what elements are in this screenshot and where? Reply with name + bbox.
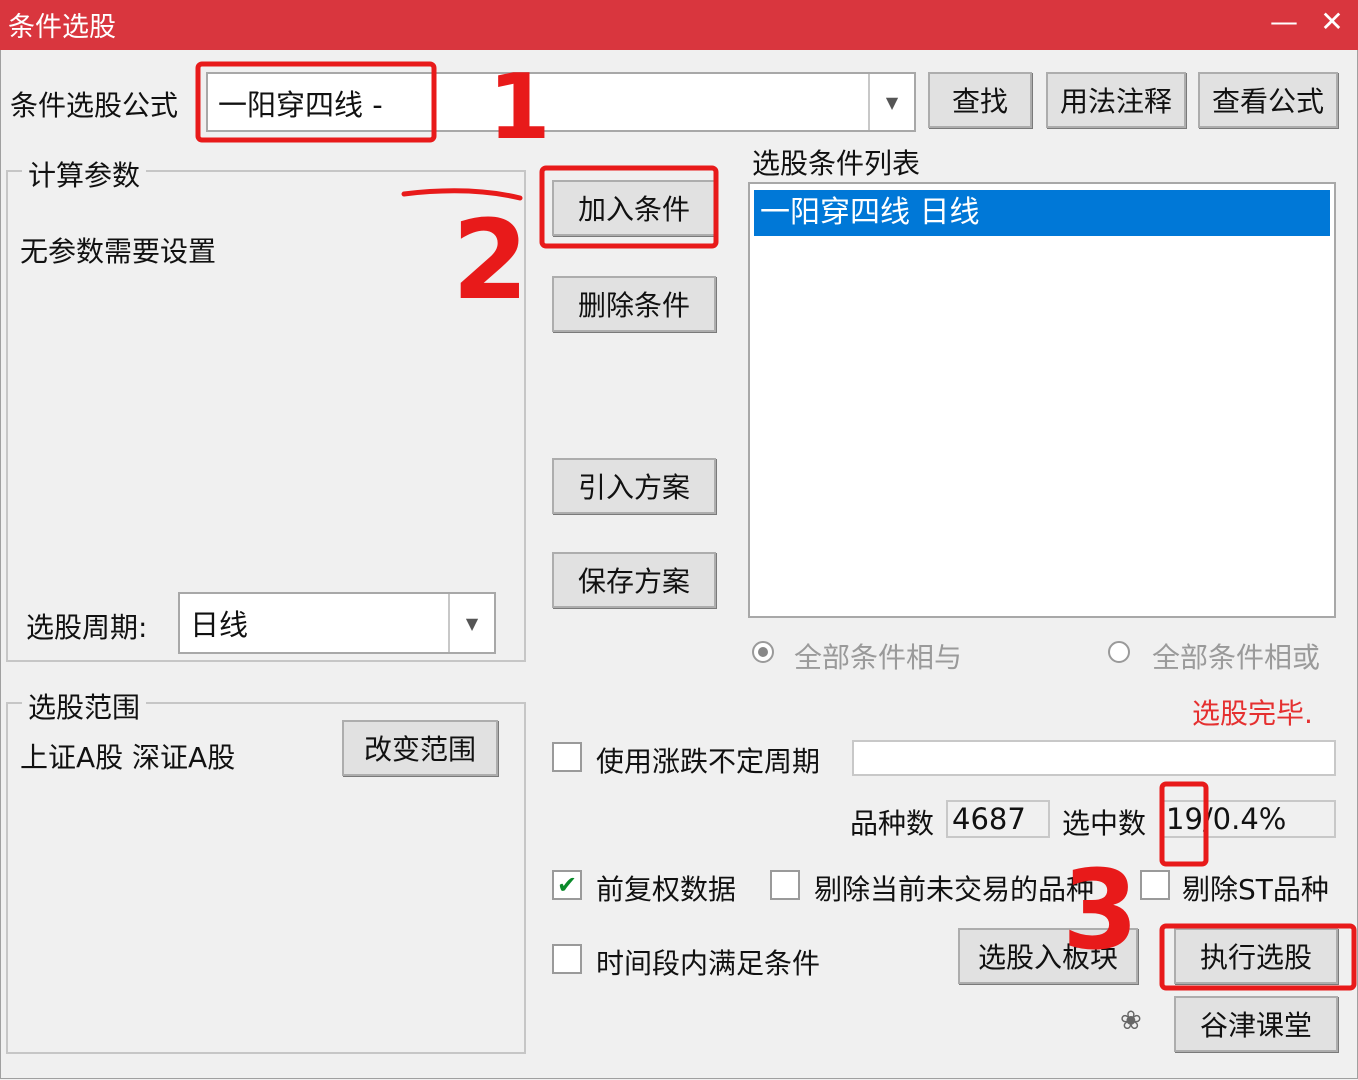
annotation-box-formula	[195, 61, 437, 143]
annotation-box-selected	[1159, 781, 1209, 867]
annotation-box-execute	[1159, 923, 1357, 991]
annotation-mark-3: 3	[1062, 846, 1139, 974]
annotation-overlay: 1 2 3	[195, 55, 1357, 991]
annotation-box-add	[539, 165, 719, 249]
annotation-mark-1: 1	[488, 55, 551, 160]
annotation-mark-2: 2	[452, 196, 529, 324]
